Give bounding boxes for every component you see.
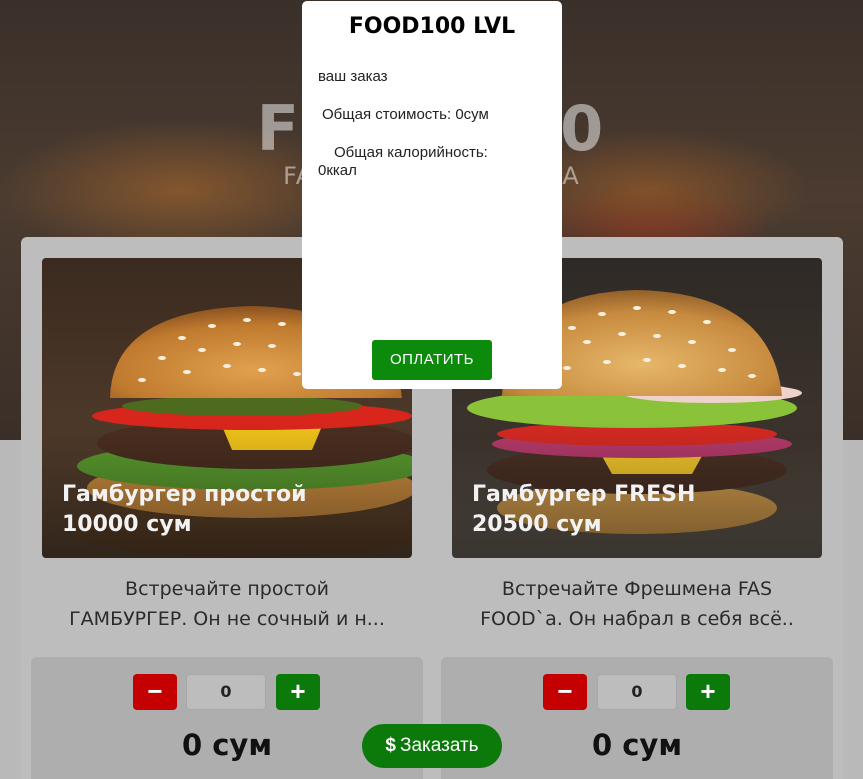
pay-button[interactable]: ОПЛАТИТЬ <box>372 340 492 380</box>
total-calories-value: 0ккал <box>318 162 357 179</box>
total-calories-label: Общая калорийность: <box>334 144 488 161</box>
modal-title: FOOD100 LVL <box>348 14 516 39</box>
decrease-button-simple[interactable]: − <box>133 674 177 710</box>
order-modal: FOOD100 LVL ваш заказ Общая стоимость: 0… <box>302 1 562 389</box>
decrease-button-fresh[interactable]: − <box>543 674 587 710</box>
product-description-fresh: Встречайте Фрешмена FAS FOOD`а. Он набра… <box>480 578 794 630</box>
quantity-field-simple[interactable]: 0 <box>186 674 266 710</box>
product-description-simple: Встречайте простой ГАМБУРГЕР. Он не сочн… <box>69 578 385 630</box>
order-button-label: Заказать <box>399 735 479 756</box>
increase-button-fresh[interactable]: + <box>686 674 730 710</box>
increase-button-simple[interactable]: + <box>276 674 320 710</box>
product-name-simple: Гамбургер простой 10000 сум <box>62 482 307 537</box>
quantity-field-fresh[interactable]: 0 <box>597 674 677 710</box>
your-order-label: ваш заказ <box>318 68 388 85</box>
product-name-fresh: Гамбургер FRESH 20500 сум <box>472 482 696 537</box>
total-cost: Общая стоимость: 0сум <box>322 106 489 123</box>
order-button[interactable]: $ Заказать <box>362 724 502 768</box>
dollar-icon: $ <box>385 735 396 756</box>
